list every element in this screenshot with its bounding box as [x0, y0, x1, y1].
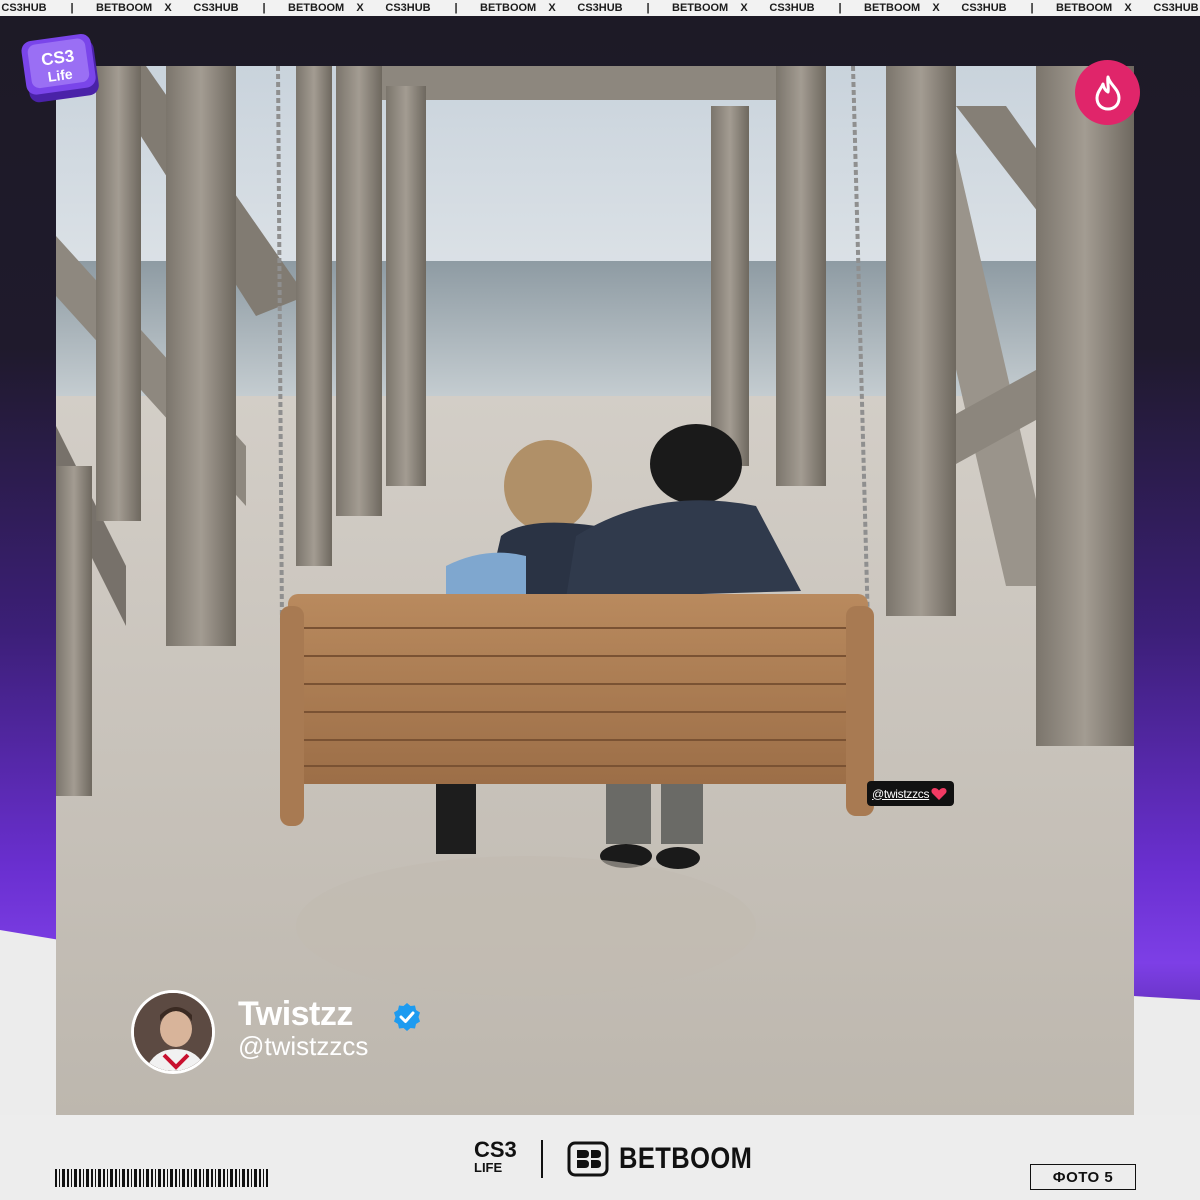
fire-icon — [1095, 75, 1120, 110]
ticker-item: BETBOOM — [672, 2, 729, 14]
ticker-item: CS3HUB — [1153, 2, 1199, 14]
ticker-item: X — [548, 2, 556, 14]
user-tag-sticker: @twistzzcs — [867, 781, 954, 806]
top-ticker: CS3HUB | BETBOOM X CS3HUB | BETBOOM X CS3HUB | BET… — [0, 0, 1200, 16]
brand-separator — [540, 1140, 543, 1178]
ticker-item: BETBOOM — [480, 2, 537, 14]
ticker-item: CS3HUB — [769, 2, 815, 14]
ticker-item: BETBOOM — [96, 2, 153, 14]
ticker-item: CS3HUB — [961, 2, 1007, 14]
ticker-item: BETBOOM — [288, 2, 345, 14]
ticker-item: CS3HUB — [577, 2, 623, 14]
tag-text: @twistzzcs — [872, 786, 930, 801]
photo — [56, 66, 1134, 1115]
ticker-item: | — [70, 2, 74, 14]
ticker-item: | — [646, 2, 650, 14]
verified-badge-icon — [394, 1003, 420, 1031]
ticker-item: | — [838, 2, 842, 14]
barcode-decoration — [55, 1169, 268, 1187]
ticker-item: | — [454, 2, 458, 14]
cs3-life-mark: CS3 LIFE — [474, 1137, 517, 1177]
profile-handle: @twistzzcs — [238, 1031, 369, 1061]
ticker-item: X — [932, 2, 940, 14]
ticker-item: | — [1030, 2, 1034, 14]
ticker-item: X — [1124, 2, 1132, 14]
ticker-item: X — [356, 2, 364, 14]
betboom-wordmark: BETBOOM — [618, 1142, 753, 1175]
profile-name: Twistzz — [238, 995, 353, 1033]
cs3-life-logo: CS3 Life — [18, 28, 105, 106]
ticker-item: CS3HUB — [193, 2, 239, 14]
ticker-item: BETBOOM — [864, 2, 921, 14]
cs3-mark-line1: CS3 — [474, 1137, 517, 1162]
betboom-logo-icon — [567, 1141, 609, 1177]
heart-icon — [931, 787, 947, 800]
ticker-item: CS3HUB — [385, 2, 431, 14]
ticker-item: X — [740, 2, 748, 14]
fire-badge — [1075, 60, 1140, 125]
footer-brand: CS3 LIFE BETBOOM — [474, 1138, 776, 1180]
ticker-item: BETBOOM — [1056, 2, 1113, 14]
ticker-item: X — [164, 2, 172, 14]
photo-number-label: ФОТО 5 — [1030, 1164, 1136, 1190]
ticker-item: CS3HUB — [1, 2, 47, 14]
ticker-item: | — [262, 2, 266, 14]
avatar — [131, 990, 215, 1074]
